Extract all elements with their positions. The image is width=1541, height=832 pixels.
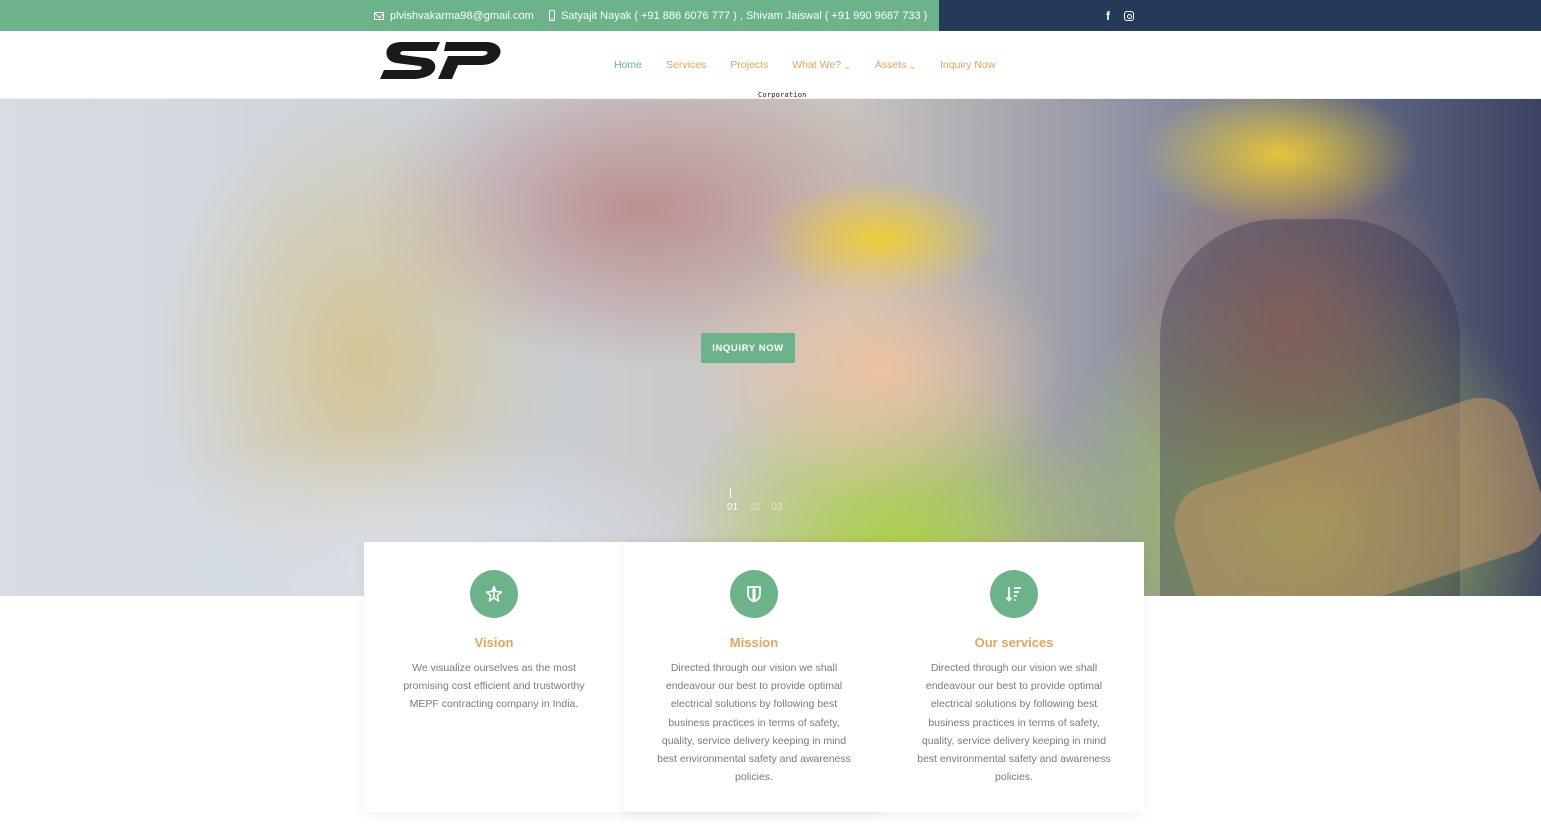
chevron-down-icon: ⌄: [909, 62, 916, 71]
logo-mark: [380, 42, 501, 79]
mission-text: Directed through our vision we shall end…: [657, 662, 851, 784]
main-nav: Home Services Projects What We? ⌄ Assets ⌄…: [614, 59, 1019, 71]
contact-email-text: plvishvakarma98@gmail.com: [390, 9, 534, 22]
nav-inquiry-now[interactable]: Inquiry Now: [940, 59, 995, 71]
nav-assets[interactable]: Assets ⌄: [875, 59, 916, 71]
slide-dot-1[interactable]: 01: [727, 502, 738, 513]
services-card: Our services Directed through our vision…: [884, 542, 1144, 812]
site-header: Corporation India PVT.LTD. Home Services…: [0, 31, 1541, 115]
nav-projects-label: Projects: [730, 59, 769, 71]
nav-projects[interactable]: Projects: [730, 59, 768, 71]
sort-list-icon: [990, 570, 1038, 618]
mail-icon: [374, 11, 384, 20]
star-badge-icon: [470, 570, 518, 618]
vision-title: Vision: [474, 635, 514, 650]
slider-indicator-line: [730, 488, 731, 498]
contact-phone-text: Satyajit Nayak ( +91 886 6076 777 ) , Sh…: [561, 9, 928, 22]
nav-services[interactable]: Services: [666, 59, 706, 71]
contact-phone-link[interactable]: Satyajit Nayak ( +91 886 6076 777 ) , Sh…: [549, 0, 927, 31]
vision-card: Vision We visualize ourselves as the mos…: [364, 542, 624, 812]
hero-slider: INQUIRY NOW 01 02 03: [0, 99, 1541, 596]
contact-email-link[interactable]: plvishvakarma98@gmail.com: [374, 0, 534, 31]
mission-title: Mission: [729, 635, 779, 650]
nav-what-we-label: What We?: [792, 59, 842, 71]
shield-icon: [730, 570, 778, 618]
top-bar: plvishvakarma98@gmail.com Satyajit Nayak…: [0, 0, 1541, 31]
chevron-down-icon: ⌄: [844, 62, 851, 71]
nav-assets-label: Assets: [874, 59, 907, 71]
services-text: Directed through our vision we shall end…: [917, 662, 1111, 784]
nav-services-label: Services: [666, 59, 707, 71]
services-title: Our services: [974, 635, 1054, 650]
nav-inquiry-now-label: Inquiry Now: [939, 59, 996, 71]
slide-dot-3[interactable]: 03: [771, 502, 782, 513]
top-bar-social-area: [939, 0, 1541, 31]
company-logo[interactable]: Corporation India PVT.LTD.: [378, 40, 806, 115]
nav-home[interactable]: Home: [614, 59, 642, 71]
slider-pagination: 01 02 03: [727, 502, 793, 513]
hero-inquiry-button[interactable]: INQUIRY NOW: [701, 333, 795, 363]
nav-home-label: Home: [614, 59, 643, 71]
mission-card: Mission Directed through our vision we s…: [624, 542, 884, 812]
vision-text: We visualize ourselves as the most promi…: [403, 662, 585, 711]
instagram-icon[interactable]: [1124, 0, 1134, 31]
nav-what-we[interactable]: What We? ⌄: [792, 59, 851, 71]
facebook-icon[interactable]: f: [1106, 0, 1110, 31]
slide-dot-2[interactable]: 02: [749, 502, 760, 513]
feature-cards: Vision We visualize ourselves as the mos…: [364, 542, 1144, 812]
phone-icon: [549, 10, 555, 21]
